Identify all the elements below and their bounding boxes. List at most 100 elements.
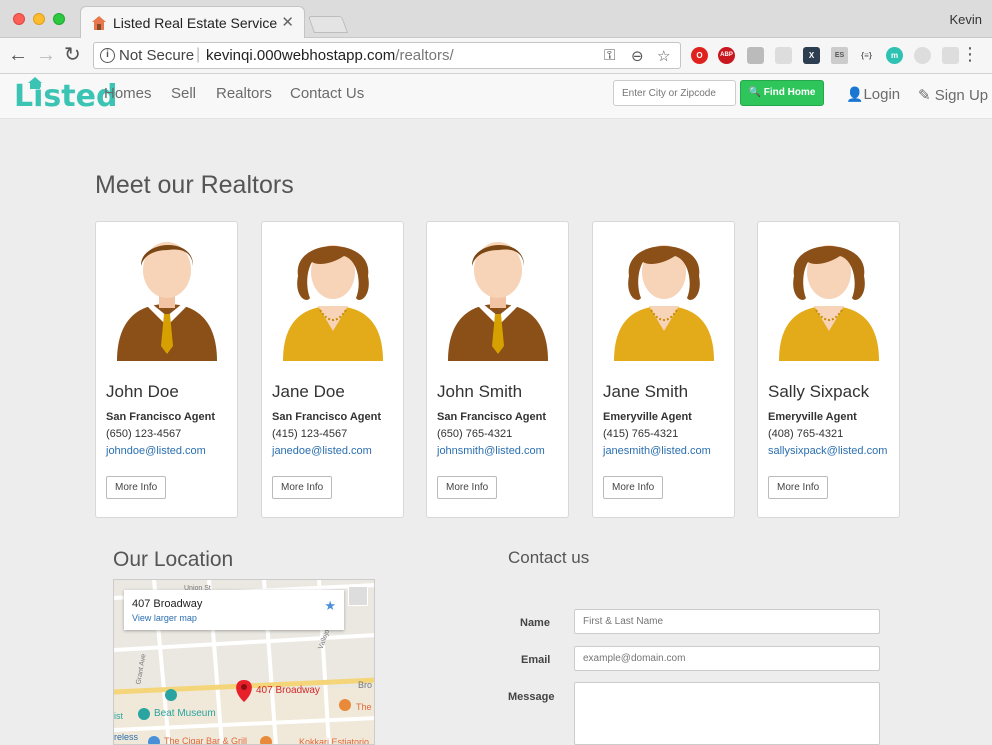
map-user-avatar[interactable] [348,586,368,606]
realtor-phone: (415) 765-4321 [603,428,679,440]
opera-extension-icon[interactable]: O [691,47,708,64]
realtor-role: San Francisco Agent [106,411,216,423]
login-link[interactable]: 👤Login [846,86,900,103]
bookmark-star-icon[interactable]: ☆ [657,47,670,65]
location-heading: Our Location [113,548,234,571]
x-extension-icon[interactable]: X [803,47,820,64]
browser-tab[interactable]: Listed Real Estate Service ✕ [80,6,305,39]
map-label-ist: ist [114,711,123,721]
shield-extension-icon[interactable] [747,47,764,64]
city-zip-search-input[interactable] [613,80,736,106]
house-icon [92,16,106,30]
back-arrow-icon[interactable]: ← [8,44,28,66]
m-extension-icon[interactable]: m [886,47,903,64]
reload-icon[interactable]: ↻ [64,44,81,66]
site-logo[interactable]: Listed [14,79,117,114]
realtor-email-link[interactable]: janesmith@listed.com [603,445,711,457]
user-icon: 👤 [846,86,864,102]
find-home-button[interactable]: 🔍 Find Home [740,80,824,106]
grid-extension-icon[interactable] [942,47,959,64]
signup-label: Sign Up [934,87,989,104]
realtor-role: San Francisco Agent [437,411,547,423]
realtor-phone: (415) 123-4567 [272,428,348,440]
forward-arrow-icon[interactable]: → [36,44,56,66]
map-label-beat-museum: Beat Museum [154,708,216,719]
realtor-name: John Smith [437,382,523,401]
map-label-kokkari: Kokkari Estiatorio [299,737,369,745]
realtor-email-link[interactable]: johndoe@listed.com [106,445,206,457]
name-input[interactable] [574,609,880,634]
tab-title: Listed Real Estate Service [113,15,278,31]
realtor-avatar [443,226,553,361]
nav-contact-us[interactable]: Contact Us [290,85,364,102]
browser-toolbar: ← → ↻ i Not Secure | kevinqi.000webhosta… [0,38,992,74]
site-navbar: Listed Homes Sell Realtors Contact Us 🔍 … [0,74,992,119]
not-secure-label: Not Secure [119,47,195,64]
info-icon[interactable]: i [100,48,115,63]
login-label: Login [863,86,901,103]
restaurant-marker-icon [339,699,351,711]
url-separator: | [196,46,201,63]
contact-heading: Contact us [508,548,590,567]
realtor-name: John Doe [106,382,179,401]
realtor-card: Jane Smith Emeryville Agent (415) 765-43… [592,221,735,518]
settings-extension-icon[interactable] [914,47,931,64]
map-label-the: The [356,702,372,712]
view-larger-map-link[interactable]: View larger map [132,613,197,623]
find-home-label: Find Home [763,87,816,98]
realtors-heading: Meet our Realtors [95,171,294,199]
realtor-email-link[interactable]: sallysixpack@listed.com [768,445,887,457]
message-textarea[interactable] [574,682,880,745]
more-info-button[interactable]: More Info [768,476,829,499]
close-tab-icon[interactable]: ✕ [281,13,294,31]
page-content: Listed Homes Sell Realtors Contact Us 🔍 … [0,74,992,745]
signup-link[interactable]: ✎ Sign Up [918,86,988,104]
address-bar[interactable]: i Not Secure | kevinqi.000webhostapp.com… [93,42,681,69]
realtor-avatar [774,226,884,361]
url-text[interactable]: kevinqi.000webhostapp.com/realtors/ [206,47,454,64]
location-map[interactable]: Union St Vallejo St Grant Ave Beat Museu… [113,579,375,745]
key-icon[interactable]: ⚿ [604,47,615,64]
adblock-extension-icon[interactable]: ABP [718,47,735,64]
realtor-role: San Francisco Agent [272,411,382,423]
minimize-window-button[interactable] [33,13,45,25]
realtor-card: John Doe San Francisco Agent (650) 123-4… [95,221,238,518]
cup-extension-icon[interactable] [775,47,792,64]
name-label: Name [520,617,550,629]
realtor-card: John Smith San Francisco Agent (650) 765… [426,221,569,518]
more-info-button[interactable]: More Info [603,476,664,499]
map-info-card: 407 Broadway View larger map ★ [124,590,344,630]
map-address: 407 Broadway [132,598,203,610]
save-star-icon[interactable]: ★ [324,598,336,614]
json-extension-icon[interactable]: {≡} [858,47,875,64]
realtor-name: Jane Smith [603,382,689,401]
realtor-avatar [609,226,719,361]
email-input[interactable] [574,646,880,671]
museum-marker-icon [138,708,150,720]
realtor-card: Sally Sixpack Emeryville Agent (408) 765… [757,221,900,518]
close-window-button[interactable] [13,13,25,25]
new-tab-button[interactable] [307,16,349,33]
es-extension-icon[interactable]: ES [831,47,848,64]
realtor-card: Jane Doe San Francisco Agent (415) 123-4… [261,221,404,518]
realtor-role: Emeryville Agent [768,411,857,423]
realtor-name: Jane Doe [272,382,345,401]
map-label-cigar-bar: The Cigar Bar & Grill [164,736,247,745]
realtor-email-link[interactable]: johnsmith@listed.com [437,445,545,457]
realtor-avatar [278,226,388,361]
realtor-phone: (408) 765-4321 [768,428,844,440]
nav-homes[interactable]: Homes [104,85,152,102]
browser-menu-icon[interactable]: ⋮ [961,44,979,64]
more-info-button[interactable]: More Info [106,476,167,499]
realtor-avatar [112,226,222,361]
profile-name[interactable]: Kevin [949,12,982,27]
zoom-icon[interactable]: ⊖ [631,47,644,65]
nav-realtors[interactable]: Realtors [216,85,272,102]
url-path: /realtors/ [395,47,454,64]
more-info-button[interactable]: More Info [437,476,498,499]
realtor-email-link[interactable]: janedoe@listed.com [272,445,372,457]
poi-marker-icon [165,689,177,701]
nav-sell[interactable]: Sell [171,85,196,102]
more-info-button[interactable]: More Info [272,476,333,499]
maximize-window-button[interactable] [53,13,65,25]
